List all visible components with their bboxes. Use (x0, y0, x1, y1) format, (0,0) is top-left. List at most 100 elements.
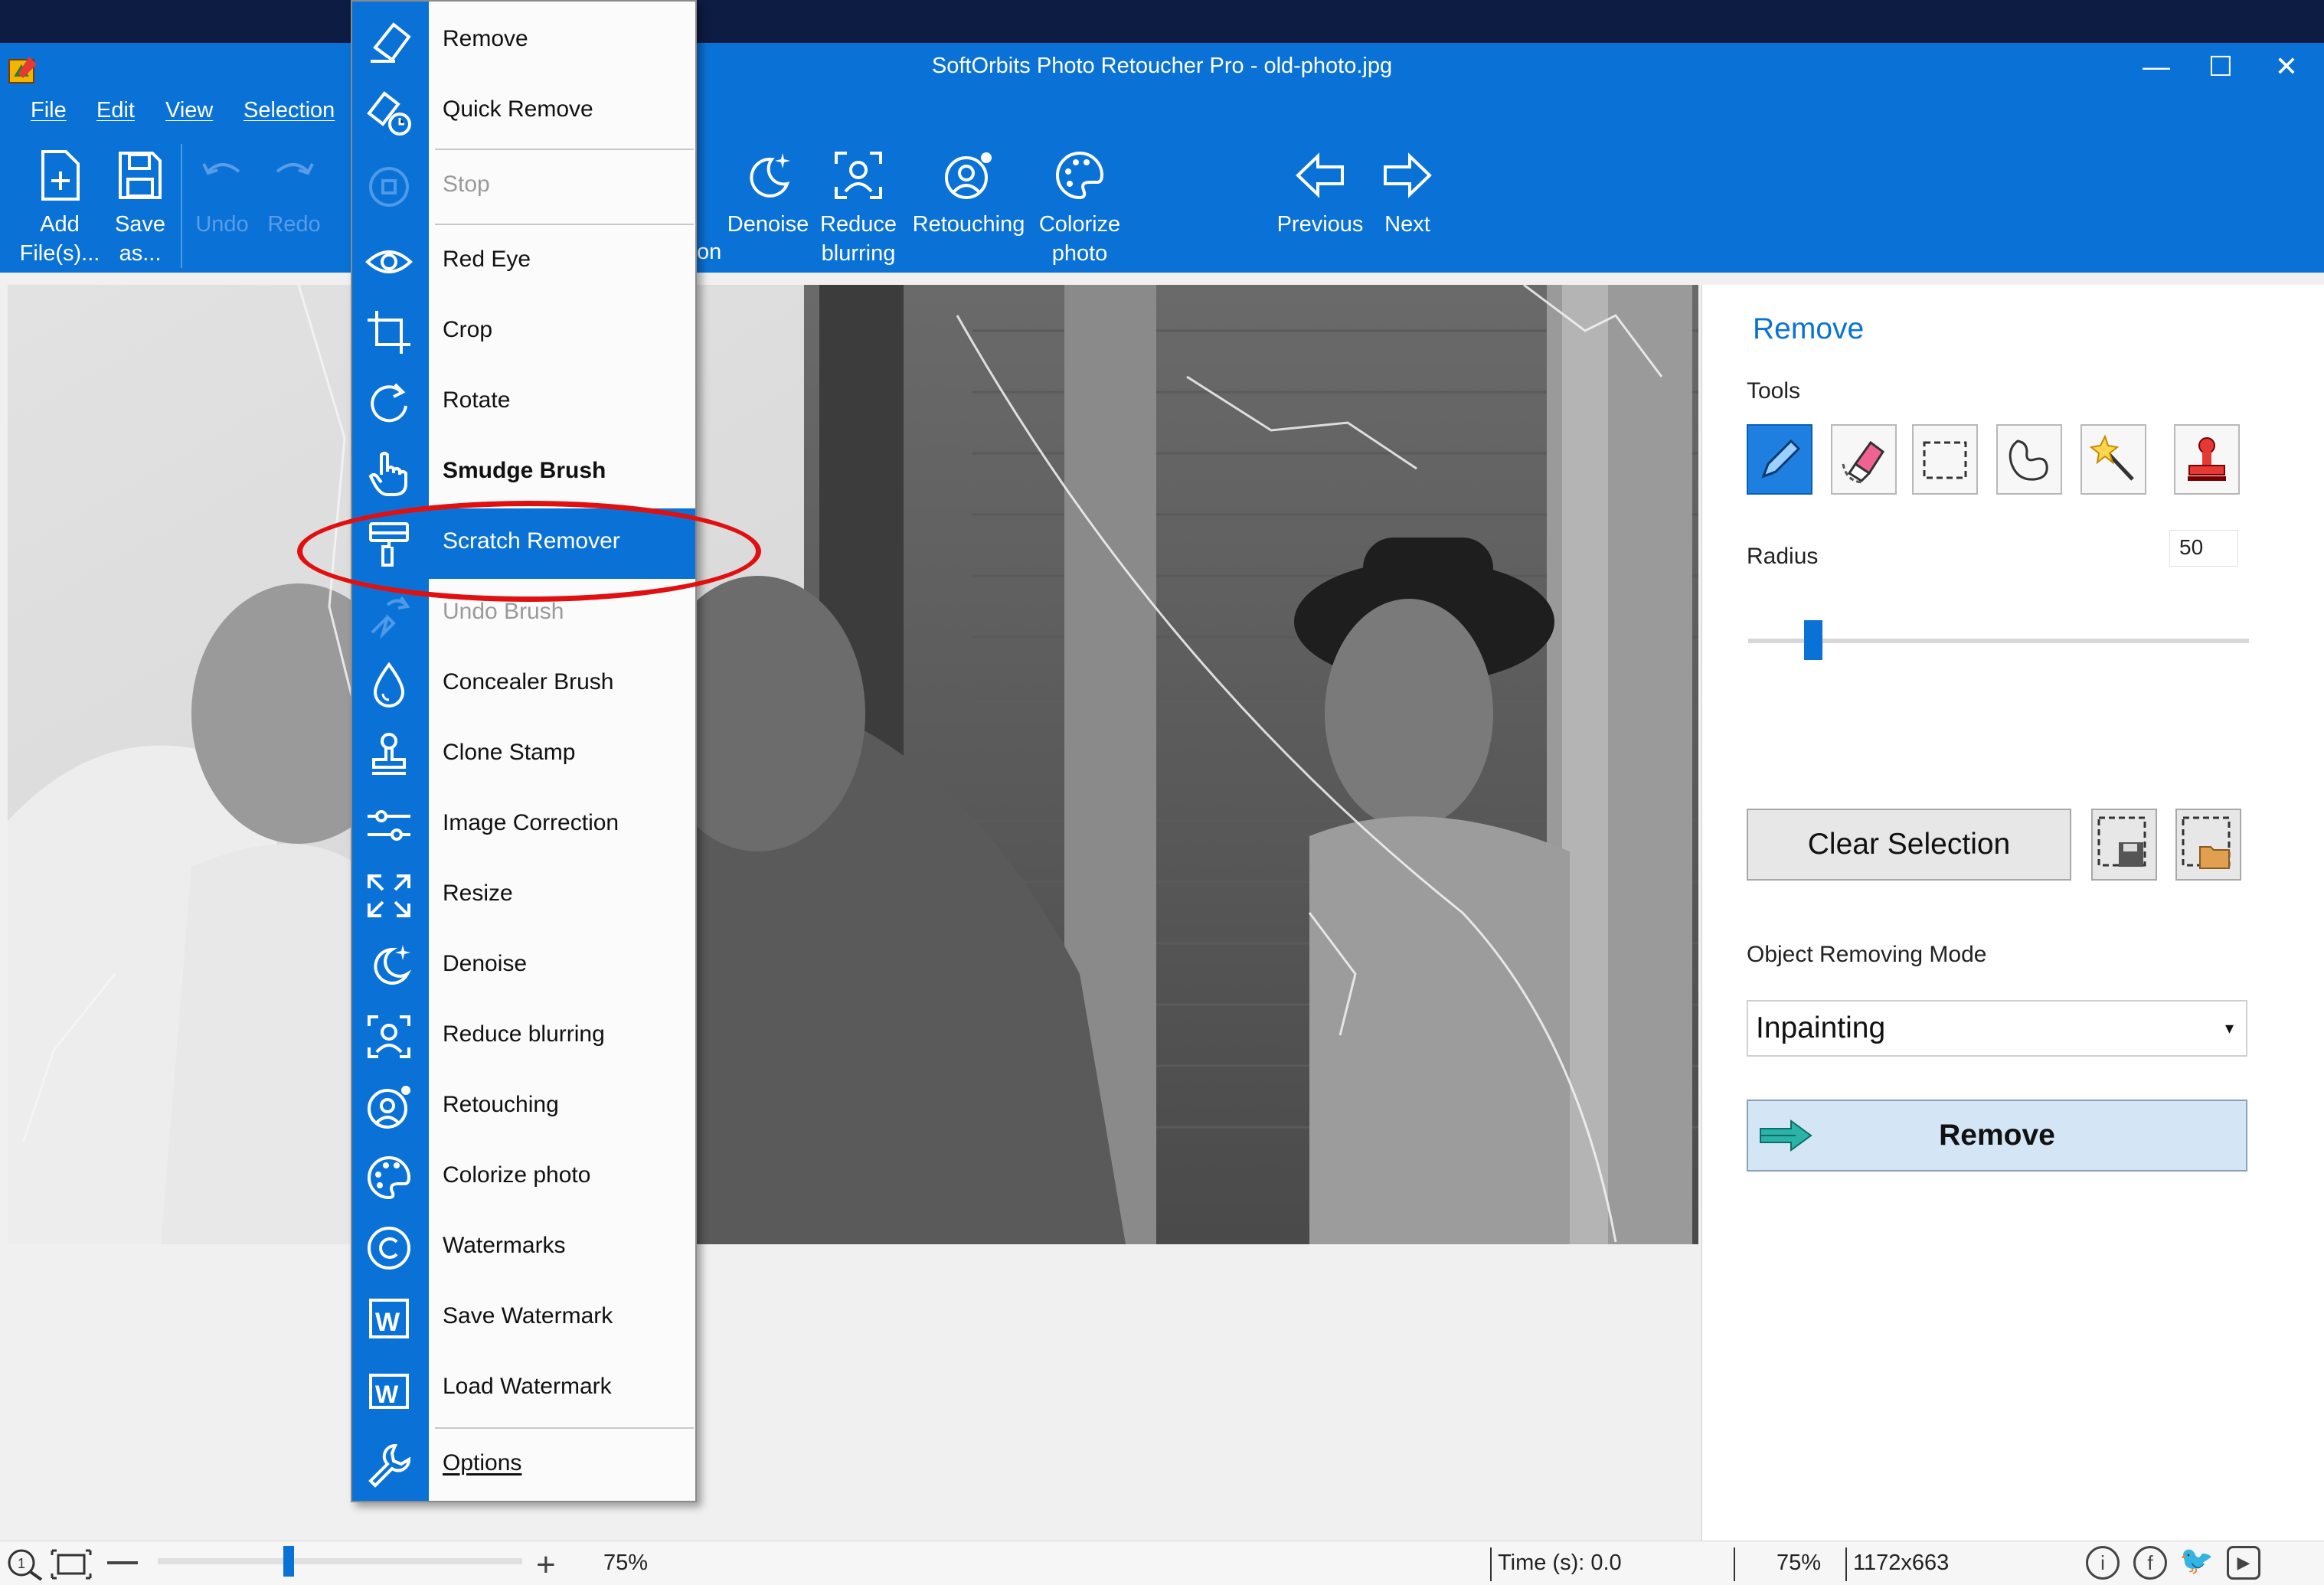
window-title: SoftOrbits Photo Retoucher Pro - old-pho… (931, 54, 1393, 78)
menu-item-red-eye[interactable]: Red Eye (352, 227, 695, 297)
load-selection-icon (2182, 816, 2231, 869)
menu-separator (435, 149, 694, 150)
pencil-tool-button[interactable] (1747, 424, 1812, 495)
menu-item-denoise[interactable]: Denoise (352, 931, 695, 1002)
eraser-tool-button[interactable] (1831, 424, 1897, 495)
facebook-icon[interactable]: f (2133, 1546, 2167, 1580)
next-button[interactable]: Next (1372, 149, 1443, 239)
old-photo-image (8, 285, 1698, 1244)
zoom-out-icon[interactable] (107, 1561, 138, 1564)
add-files-label-1: Add (40, 212, 80, 237)
menu-item-remove[interactable]: Remove (352, 6, 695, 77)
menu-item-stop[interactable]: Stop (352, 152, 695, 222)
menu-item-resize[interactable]: Resize (352, 861, 695, 931)
eraser-icon (1842, 440, 1885, 484)
stop-icon (369, 167, 409, 207)
colorize-photo-button[interactable]: Colorize photo (1034, 149, 1126, 268)
menu-item-label: Undo Brush (443, 599, 564, 624)
menu-file[interactable]: File (31, 98, 67, 123)
mode-label: Object Removing Mode (1747, 942, 1987, 967)
menu-item-colorize-photo[interactable]: Colorize photo (352, 1142, 695, 1213)
highlight-ellipse (297, 501, 761, 602)
radius-slider-track[interactable] (1748, 639, 2249, 643)
radius-value-field[interactable]: 50 (2169, 530, 2238, 567)
menu-item-label: Image Correction (443, 810, 619, 835)
youtube-icon[interactable]: ▶ (2227, 1546, 2260, 1580)
menu-edit[interactable]: Edit (96, 98, 135, 123)
redo-label: Redo (267, 212, 321, 237)
menu-item-label: Stop (443, 172, 490, 197)
zoom-actual-size-icon[interactable]: 1 (6, 1547, 44, 1581)
menu-item-label: Reduce blurring (443, 1021, 605, 1047)
menu-item-crop[interactable]: Crop (352, 297, 695, 368)
minimize-button[interactable]: — (2133, 51, 2179, 83)
zoom-in-icon[interactable]: + (536, 1546, 556, 1584)
fit-to-window-icon[interactable] (49, 1547, 93, 1581)
undo-button[interactable]: Undo (191, 149, 253, 239)
eraser-icon (371, 22, 411, 63)
menu-item-smudge-brush[interactable]: Smudge Brush (352, 438, 695, 508)
undo-brush-icon (371, 596, 410, 639)
menu-item-label: Options (443, 1450, 522, 1476)
quick-eraser-icon (367, 91, 411, 136)
save-label-1: Save (114, 212, 166, 237)
close-button[interactable]: ✕ (2264, 51, 2309, 83)
info-icon[interactable]: i (2086, 1546, 2120, 1580)
tools-dropdown-menu: Remove Quick Remove Stop Red Eye Crop Ro… (351, 0, 697, 1502)
palette-icon (1056, 151, 1104, 200)
twitter-icon[interactable]: 🐦 (2179, 1546, 2214, 1580)
colorize-label-2: photo (1051, 241, 1108, 266)
add-files-label-2: File(s)... (19, 241, 100, 266)
add-file-icon (41, 150, 80, 201)
menu-item-label: Remove (443, 26, 528, 51)
zoom-slider-thumb[interactable] (283, 1546, 295, 1577)
previous-button[interactable]: Previous (1273, 149, 1368, 239)
menu-separator (435, 1427, 694, 1429)
palette-icon (368, 1155, 411, 1200)
load-selection-button[interactable] (2175, 809, 2241, 881)
menu-item-watermarks[interactable]: Watermarks (352, 1213, 695, 1283)
menu-item-label: Load Watermark (443, 1374, 612, 1399)
lasso-tool-button[interactable] (1996, 424, 2062, 495)
denoise-button[interactable]: Denoise (723, 149, 813, 239)
menu-item-concealer-brush[interactable]: Concealer Brush (352, 649, 695, 720)
zoom-slider-track[interactable] (158, 1558, 522, 1564)
app-window: SoftOrbits Photo Retoucher Pro - old-pho… (0, 43, 2324, 1585)
title-ribbon: SoftOrbits Photo Retoucher Pro - old-pho… (0, 43, 2324, 273)
retouching-label: Retouching (912, 212, 1025, 237)
next-label: Next (1384, 212, 1430, 237)
add-files-button[interactable]: Add File(s)... (15, 149, 104, 268)
maximize-button[interactable]: ☐ (2198, 51, 2244, 83)
radius-slider-thumb[interactable] (1804, 620, 1823, 660)
retouching-button[interactable]: Retouching (908, 149, 1029, 239)
redo-button[interactable]: Redo (263, 149, 325, 239)
menu-item-label: Smudge Brush (443, 458, 606, 483)
menu-selection[interactable]: Selection (244, 98, 335, 123)
menu-view[interactable]: View (165, 98, 213, 123)
menu-item-load-watermark[interactable]: W Load Watermark (352, 1354, 695, 1424)
menu-item-reduce-blurring[interactable]: Reduce blurring (352, 1002, 695, 1072)
menu-item-clone-stamp[interactable]: Clone Stamp (352, 720, 695, 790)
menu-item-image-correction[interactable]: Image Correction (352, 790, 695, 861)
svg-text:1: 1 (18, 1556, 25, 1571)
toolbar-divider (181, 144, 182, 268)
image-dimensions: 1172x663 (1853, 1551, 1950, 1575)
drop-icon (373, 662, 405, 708)
menu-item-rotate[interactable]: Rotate (352, 368, 695, 438)
menu-item-options[interactable]: Options (352, 1430, 695, 1501)
stamp-tool-button[interactable] (2174, 424, 2240, 495)
menu-item-save-watermark[interactable]: W Save Watermark (352, 1283, 695, 1354)
remove-button[interactable]: Remove (1747, 1100, 2247, 1172)
menu-item-quick-remove[interactable]: Quick Remove (352, 77, 695, 147)
clear-selection-button[interactable]: Clear Selection (1747, 809, 2071, 881)
magic-wand-tool-button[interactable] (2080, 424, 2146, 495)
menu-item-retouching[interactable]: Retouching (352, 1072, 695, 1142)
rect-select-tool-button[interactable] (1912, 424, 1978, 495)
save-selection-button[interactable] (2091, 809, 2157, 881)
mode-select[interactable]: Inpainting ▾ (1747, 1000, 2247, 1057)
status-separator (1490, 1547, 1492, 1581)
photo-canvas[interactable] (8, 285, 1698, 1244)
save-as-button[interactable]: Save as... (103, 149, 178, 268)
colorize-label-1: Colorize (1038, 212, 1121, 237)
reduce-blurring-button[interactable]: Reduce blurring (813, 149, 904, 268)
